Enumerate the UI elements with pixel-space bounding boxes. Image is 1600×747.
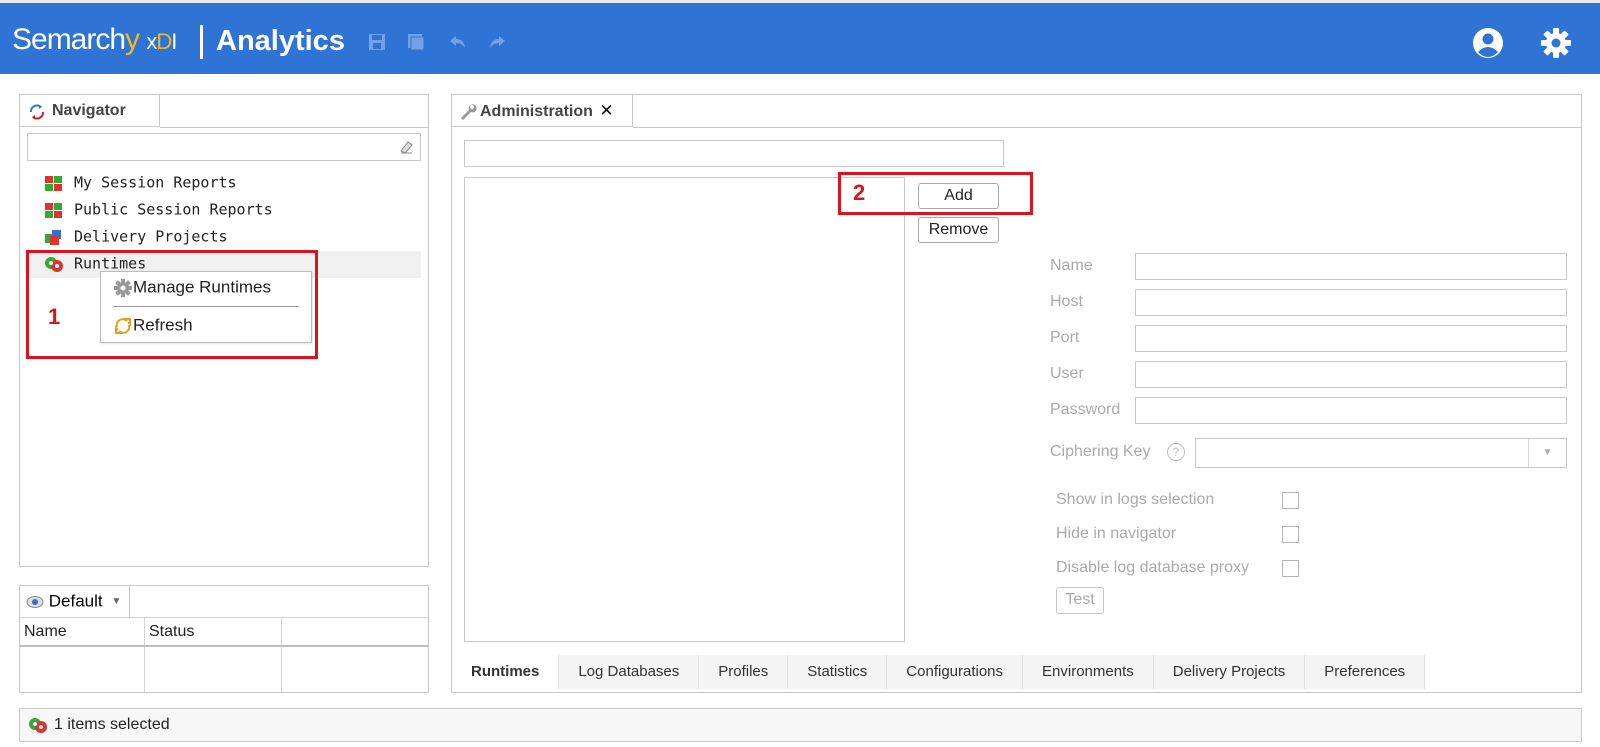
navigator-tabstrip-line [160,127,428,128]
disable-log-proxy-checkbox[interactable] [1282,560,1299,577]
tree-item-label: Delivery Projects [74,227,228,246]
column-header-underline [20,645,428,647]
tree-item-public-session-reports[interactable]: Public Session Reports [44,197,273,221]
tab-environments[interactable]: Environments [1023,655,1154,689]
app-header: Semarchy xDI Analytics [0,0,1600,74]
show-in-logs-checkbox[interactable] [1282,492,1299,509]
password-field[interactable] [1135,397,1567,424]
status-text: 1 items selected [54,716,170,733]
tab-administration[interactable]: Administration ✕ [452,95,633,127]
host-label: Host [1050,293,1083,310]
chevron-down-icon: ▼ [111,595,122,607]
tab-log-databases[interactable]: Log Databases [559,655,700,689]
save-icon[interactable] [368,33,386,51]
redo-icon[interactable] [488,33,506,51]
tree-item-delivery-projects[interactable]: Delivery Projects [44,224,228,248]
column-divider [281,618,282,692]
ciphering-key-select[interactable]: ▼ [1195,438,1567,468]
runtimes-filter-input[interactable] [464,140,1004,167]
header-divider [200,25,203,59]
tree-item-label: My Session Reports [74,173,237,192]
delivery-projects-icon [45,229,61,245]
name-label: Name [1050,257,1093,274]
properties-toolbar-divider [20,617,428,618]
logo-d-text: D [156,29,172,54]
tab-profiles[interactable]: Profiles [699,655,789,689]
name-field[interactable] [1135,253,1567,280]
administration-bottom-tabs: Runtimes Log Databases Profiles Statisti… [452,655,1426,689]
logo-x-text: x [146,29,157,54]
tab-statistics[interactable]: Statistics [788,655,888,689]
tab-runtimes[interactable]: Runtimes [452,655,560,689]
column-header-status[interactable]: Status [149,623,194,641]
view-selector-label: Default [48,591,103,611]
tab-navigator-label: Navigator [52,102,126,119]
port-label: Port [1050,329,1080,346]
ciphering-key-label: Ciphering Key [1050,443,1151,460]
tab-administration-label: Administration [480,103,593,120]
password-label: Password [1050,401,1121,418]
logo-i-text: I [171,29,177,54]
tab-configurations[interactable]: Configurations [887,655,1024,689]
session-reports-icon [45,202,62,218]
undo-icon[interactable] [449,33,467,51]
tab-delivery-projects[interactable]: Delivery Projects [1153,655,1306,689]
tab-preferences[interactable]: Preferences [1305,655,1426,689]
clear-eraser-icon[interactable] [398,139,414,155]
help-question-icon[interactable]: ? [1167,443,1185,461]
annotation-box-2 [838,172,1033,215]
tree-item-my-session-reports[interactable]: My Session Reports [44,170,237,194]
disable-log-proxy-label: Disable log database proxy [1056,559,1250,576]
tree-item-label: Public Session Reports [74,200,273,219]
annotation-number-2: 2 [853,180,866,205]
show-in-logs-label: Show in logs selection [1056,491,1215,508]
administration-tabstrip-line [633,127,1581,128]
user-field[interactable] [1135,361,1567,388]
tab-navigator[interactable]: Navigator [20,95,160,127]
test-button[interactable]: Test [1056,587,1104,614]
navigator-icon [30,104,44,120]
column-divider [144,618,145,692]
chevron-down-icon[interactable]: ▼ [1528,439,1566,467]
wrench-icon [461,104,477,120]
host-field[interactable] [1135,289,1567,316]
runtimes-icon [29,718,47,733]
app-logo: Semarchy xDI [12,23,177,57]
session-reports-icon [45,175,62,191]
runtimes-list[interactable] [464,177,905,642]
port-field[interactable] [1135,325,1567,352]
logo-xdi: xDI [146,29,177,54]
settings-gear-icon[interactable] [1540,27,1572,59]
close-icon[interactable]: ✕ [599,101,613,120]
logo-main-text: Semarch [12,23,126,56]
save-all-icon[interactable] [407,33,425,51]
annotation-number-1: 1 [48,304,61,329]
hide-in-navigator-checkbox[interactable] [1282,526,1299,543]
remove-button[interactable]: Remove [918,217,999,243]
user-account-icon[interactable] [1472,27,1504,59]
hide-in-navigator-label: Hide in navigator [1056,525,1177,542]
status-bar: 1 items selected [19,708,1582,742]
column-header-name[interactable]: Name [24,623,67,641]
app-title: Analytics [216,25,345,57]
annotation-box-1 [26,250,318,359]
user-label: User [1050,365,1084,382]
eye-icon [26,595,44,608]
view-selector-dropdown[interactable]: Default ▼ [20,586,130,617]
navigator-search-input[interactable] [27,133,421,161]
logo-y-text: y [125,23,140,56]
